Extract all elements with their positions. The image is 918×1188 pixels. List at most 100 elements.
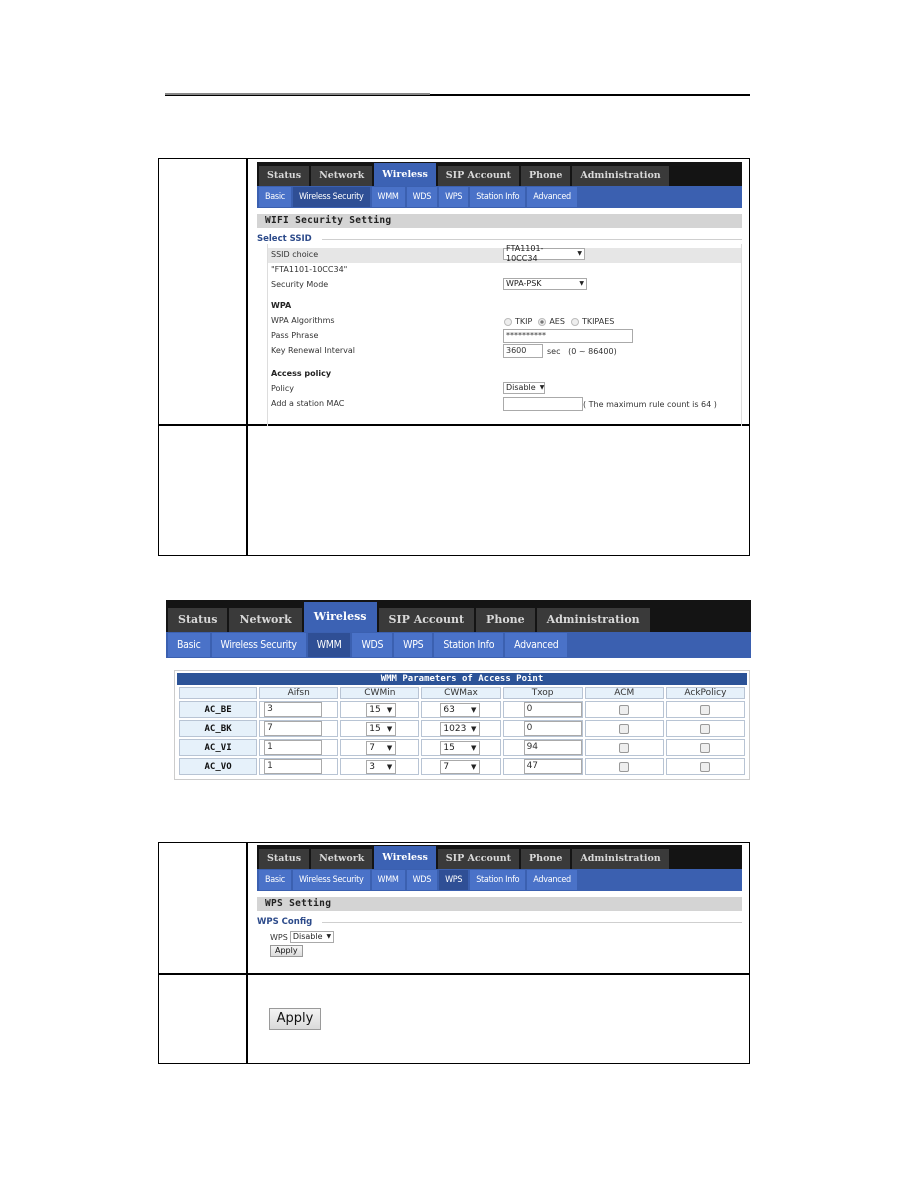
cwmin-select[interactable]: 15 ▼ <box>366 702 397 717</box>
ackpolicy-checkbox[interactable] <box>700 723 711 734</box>
main-tab-sip-account[interactable]: SIP Account <box>378 608 475 632</box>
main-tab-wireless[interactable]: Wireless <box>303 602 377 632</box>
wmm-table: Aifsn CWMin CWMax Txop ACM AckPolicy AC_BE 3 15 ▼… <box>177 685 747 777</box>
ssid-choice-label: SSID choice <box>271 250 319 259</box>
pass-phrase-label: Pass Phrase <box>271 331 319 340</box>
wmm-screenshot: Status Network Wireless SIP Account Phone Adm… <box>166 600 751 780</box>
main-tab-wireless[interactable]: Wireless <box>374 163 436 186</box>
sub-tab-wireless-security[interactable]: Wireless Security <box>211 633 306 657</box>
main-tab-status[interactable]: Status <box>168 608 228 632</box>
sub-tab-station-info[interactable]: Station Info <box>470 870 526 890</box>
policy-row: Policy Disable ▼ <box>268 382 741 397</box>
sub-tab-wds[interactable]: WDS <box>352 633 393 657</box>
cwmax-select[interactable]: 7 ▼ <box>440 759 481 774</box>
main-tab-administration[interactable]: Administration <box>572 849 669 869</box>
main-tab-administration[interactable]: Administration <box>536 608 650 632</box>
cwmin-select[interactable]: 7 ▼ <box>366 740 397 755</box>
cwmin-select[interactable]: 15 ▼ <box>366 721 397 736</box>
wps-apply-button[interactable]: Apply <box>270 945 303 957</box>
aifsn-input[interactable]: 3 <box>264 702 323 717</box>
cwmin-select[interactable]: 3 ▼ <box>366 759 397 774</box>
sub-tab-wireless-security[interactable]: Wireless Security <box>292 187 370 207</box>
ackpolicy-checkbox[interactable] <box>700 761 711 772</box>
pass-phrase-input[interactable]: ********** <box>503 329 633 343</box>
main-tab-sip-account[interactable]: SIP Account <box>437 849 520 869</box>
main-tab-phone[interactable]: Phone <box>521 166 571 186</box>
acm-checkbox[interactable] <box>619 704 630 715</box>
sub-tab-basic[interactable]: Basic <box>168 633 210 657</box>
main-tab-phone[interactable]: Phone <box>476 608 535 632</box>
cwmax-select[interactable]: 1023 ▼ <box>440 721 481 736</box>
sub-tab-wds[interactable]: WDS <box>406 870 438 890</box>
ackpolicy-cell <box>665 701 745 718</box>
chevron-down-icon: ▼ <box>386 724 393 733</box>
add-mac-input[interactable] <box>503 397 583 411</box>
radio-aes[interactable] <box>538 317 547 326</box>
main-tab-network[interactable]: Network <box>311 849 373 869</box>
sub-tab-basic[interactable]: Basic <box>259 187 291 207</box>
main-tab-network[interactable]: Network <box>311 166 373 186</box>
sub-tab-advanced[interactable]: Advanced <box>527 187 577 207</box>
sub-tab-advanced[interactable]: Advanced <box>505 633 568 657</box>
sub-tab-basic[interactable]: Basic <box>259 870 291 890</box>
main-tab-administration[interactable]: Administration <box>572 166 669 186</box>
txop-input[interactable]: 94 <box>523 740 582 755</box>
txop-cell: 94 <box>502 739 583 756</box>
txop-input[interactable]: 47 <box>523 759 582 774</box>
column-header: CWMin <box>340 687 420 699</box>
sub-tab-station-info[interactable]: Station Info <box>470 187 526 207</box>
add-mac-hint: ( The maximum rule count is 64 ) <box>583 399 717 409</box>
sub-tab-advanced[interactable]: Advanced <box>527 870 577 890</box>
sub-tab-wireless-security[interactable]: Wireless Security <box>292 870 370 890</box>
sub-tab-station-info[interactable]: Station Info <box>434 633 504 657</box>
cwmax-select[interactable]: 63 ▼ <box>440 702 481 717</box>
policy-select[interactable]: Disable ▼ <box>503 382 545 394</box>
main-nav: Status Network Wireless SIP Account Phone Adm… <box>257 162 742 186</box>
acm-checkbox[interactable] <box>619 761 630 772</box>
chevron-down-icon: ▼ <box>539 384 545 391</box>
ackpolicy-checkbox[interactable] <box>700 742 711 753</box>
sub-tab-wmm[interactable]: WMM <box>307 633 351 657</box>
main-tab-sip-account[interactable]: SIP Account <box>437 166 520 186</box>
sub-tab-wds[interactable]: WDS <box>406 187 438 207</box>
main-tab-network[interactable]: Network <box>229 608 302 632</box>
aifsn-input[interactable]: 1 <box>264 740 323 755</box>
main-tab-status[interactable]: Status <box>259 166 310 186</box>
sub-tab-wmm[interactable]: WMM <box>371 870 405 890</box>
select-ssid-legend: Select SSID <box>257 234 742 244</box>
radio-tkipaes[interactable] <box>570 317 579 326</box>
column-header <box>179 687 258 699</box>
aifsn-input[interactable]: 7 <box>264 721 323 736</box>
ssid-name: "FTA1101-10CC34" <box>271 265 348 274</box>
sub-tab-wps[interactable]: WPS <box>394 633 433 657</box>
sub-tab-wps[interactable]: WPS <box>439 187 469 207</box>
access-policy-heading-row: Access policy <box>268 367 741 382</box>
main-nav: Status Network Wireless SIP Account Phone Adm… <box>257 845 742 869</box>
wps-select[interactable]: Disable ▼ <box>289 931 334 943</box>
sub-nav: Basic Wireless Security WMM WDS WPS Station I… <box>166 632 751 658</box>
access-policy-heading: Access policy <box>271 369 332 378</box>
radio-label-aes: AES <box>549 317 565 326</box>
acm-checkbox[interactable] <box>619 742 630 753</box>
main-tab-wireless[interactable]: Wireless <box>374 846 436 869</box>
radio-tkip[interactable] <box>504 317 512 326</box>
aifsn-cell: 1 <box>259 739 339 756</box>
security-mode-select[interactable]: WPA-PSK ▼ <box>503 278 587 290</box>
sub-tab-wmm[interactable]: WMM <box>371 187 405 207</box>
large-apply-button[interactable]: Apply <box>269 1008 321 1030</box>
key-renewal-input[interactable]: 3600 <box>503 344 543 358</box>
main-tab-phone[interactable]: Phone <box>521 849 571 869</box>
ackpolicy-checkbox[interactable] <box>700 704 711 715</box>
aifsn-input[interactable]: 1 <box>264 759 323 774</box>
main-tab-status[interactable]: Status <box>259 849 310 869</box>
cwmax-select[interactable]: 15 ▼ <box>440 740 481 755</box>
sub-tab-wps[interactable]: WPS <box>439 870 469 890</box>
row-name: AC_BE <box>179 701 258 718</box>
chevron-down-icon: ▼ <box>471 705 477 714</box>
txop-input[interactable]: 0 <box>523 702 582 717</box>
acm-checkbox[interactable] <box>619 723 630 734</box>
cwmin-cell: 3 ▼ <box>340 758 420 775</box>
ssid-choice-select[interactable]: FTA1101-10CC34 ▼ <box>503 244 585 263</box>
ssid-name-row: "FTA1101-10CC34" <box>268 263 741 278</box>
txop-input[interactable]: 0 <box>523 721 582 736</box>
